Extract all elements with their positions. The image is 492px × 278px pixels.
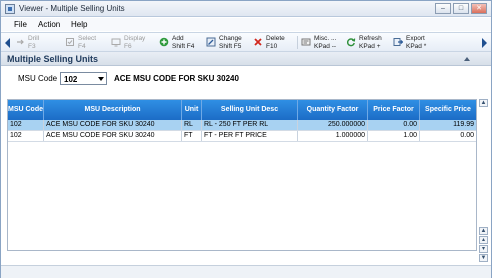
- status-bar: [1, 265, 491, 278]
- cell-unit: FT: [182, 131, 202, 141]
- table-row[interactable]: 102 ACE MSU CODE FOR SKU 30240 FT FT - P…: [8, 131, 476, 141]
- column-header-specific-price[interactable]: Specific Price: [420, 100, 476, 120]
- scroll-up-icon[interactable]: ▲: [479, 99, 488, 107]
- drill-button[interactable]: Drill F3: [15, 34, 55, 52]
- cell-selling-unit-desc: FT - PER FT PRICE: [202, 131, 298, 141]
- minimize-button[interactable]: –: [435, 3, 451, 14]
- msu-code-value: 102: [64, 75, 78, 84]
- chevron-down-icon: [98, 77, 104, 81]
- cell-msu-code: 102: [8, 120, 44, 130]
- column-header-msu-code[interactable]: MSU Code: [8, 100, 44, 120]
- column-header-unit[interactable]: Unit: [182, 100, 202, 120]
- column-header-msu-description[interactable]: MSU Description: [44, 100, 182, 120]
- cell-quantity-factor: 1.000000: [298, 131, 368, 141]
- app-icon: [5, 4, 15, 14]
- section-header: Multiple Selling Units: [1, 52, 491, 66]
- refresh-button[interactable]: Refresh KPad +: [346, 34, 390, 52]
- grid-vertical-scroll: ▲ ▲ ▴ ▾ ▼: [479, 99, 489, 269]
- scroll-left-icon[interactable]: [3, 37, 11, 49]
- display-button[interactable]: Display F6: [111, 34, 155, 52]
- cell-unit: RL: [182, 120, 202, 130]
- close-button[interactable]: ✕: [471, 3, 487, 14]
- export-button[interactable]: Export KPad *: [393, 34, 437, 52]
- menu-action[interactable]: Action: [38, 20, 60, 29]
- toolbar-separator: [297, 36, 298, 49]
- window-title: Viewer - Multiple Selling Units: [19, 4, 125, 13]
- cell-selling-unit-desc: RL - 250 FT PER RL: [202, 120, 298, 130]
- msu-code-select[interactable]: 102: [60, 72, 107, 85]
- msu-grid: MSU Code MSU Description Unit Selling Un…: [7, 99, 477, 251]
- select-icon: [66, 38, 74, 46]
- maximize-button[interactable]: □: [453, 3, 469, 14]
- select-button[interactable]: Select F4: [65, 34, 105, 52]
- row-divider: [8, 141, 476, 142]
- page-up-icon[interactable]: ▴: [479, 236, 488, 244]
- column-header-quantity-factor[interactable]: Quantity Factor: [298, 100, 368, 120]
- delete-button[interactable]: Delete F10: [253, 34, 293, 52]
- column-header-price-factor[interactable]: Price Factor: [368, 100, 420, 120]
- scroll-top-icon[interactable]: ▲: [479, 227, 488, 235]
- delete-icon: [254, 38, 262, 46]
- grid-header: MSU Code MSU Description Unit Selling Un…: [8, 100, 476, 120]
- change-button[interactable]: Change Shift F5: [206, 34, 252, 52]
- drill-icon: [17, 39, 24, 45]
- cell-quantity-factor: 250.000000: [298, 120, 368, 130]
- cell-msu-description: ACE MSU CODE FOR SKU 30240: [44, 131, 182, 141]
- toolbar: Drill F3 Select F4 Display F6 Add Shift F4 C…: [1, 32, 491, 52]
- viewer-window: Viewer - Multiple Selling Units – □ ✕ Fi…: [0, 0, 492, 278]
- table-row[interactable]: 102 ACE MSU CODE FOR SKU 30240 RL RL - 2…: [8, 120, 476, 130]
- section-title: Multiple Selling Units: [7, 54, 99, 64]
- page-down-icon[interactable]: ▾: [479, 245, 488, 253]
- export-icon: [393, 38, 403, 46]
- msu-code-label: MSU Code: [18, 74, 58, 83]
- cell-specific-price: 119.99: [453, 121, 474, 128]
- cell-price-factor: 0.00: [368, 120, 420, 130]
- menu-file[interactable]: File: [14, 20, 27, 29]
- misc-icon: [301, 38, 311, 46]
- cell-msu-code: 102: [8, 131, 44, 141]
- add-icon: [159, 37, 169, 47]
- menu-bar: File Action Help: [1, 18, 491, 31]
- title-bar: Viewer - Multiple Selling Units – □ ✕: [1, 1, 491, 17]
- scroll-right-icon[interactable]: [481, 37, 489, 49]
- column-header-selling-unit-desc[interactable]: Selling Unit Desc: [202, 100, 298, 120]
- add-button[interactable]: Add Shift F4: [159, 34, 205, 52]
- change-icon: [206, 37, 216, 47]
- cell-msu-description: ACE MSU CODE FOR SKU 30240: [44, 120, 182, 130]
- collapse-icon[interactable]: [463, 55, 471, 63]
- scroll-bottom-icon[interactable]: ▼: [479, 254, 488, 262]
- display-icon: [111, 38, 121, 47]
- refresh-icon: [346, 38, 356, 47]
- menu-help[interactable]: Help: [71, 20, 87, 29]
- cell-specific-price: 0.00: [460, 132, 474, 139]
- msu-description: ACE MSU CODE FOR SKU 30240: [114, 74, 239, 83]
- misc-button[interactable]: Misc. ... KPad --: [301, 34, 343, 52]
- cell-price-factor: 1.00: [368, 131, 420, 141]
